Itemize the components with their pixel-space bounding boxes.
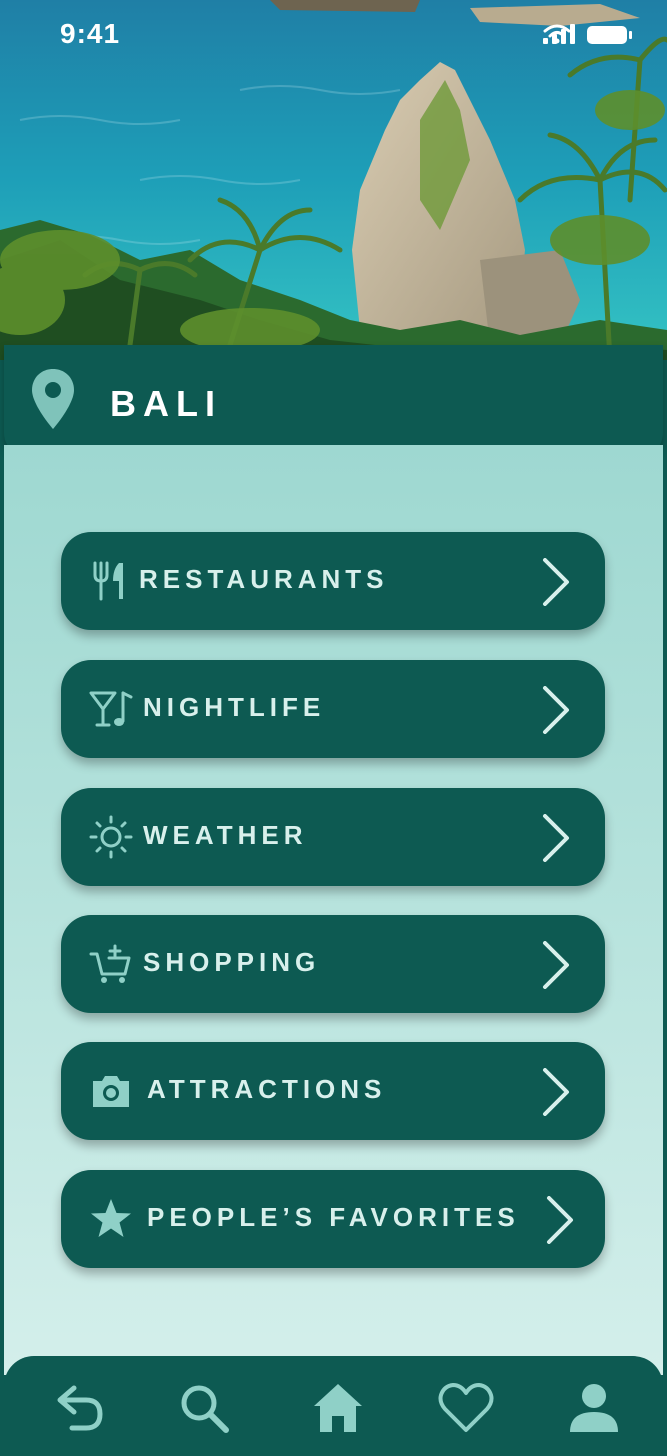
menu-item-shopping[interactable]: SHOPPING [61,915,605,1013]
search-icon [181,1385,229,1433]
chevron-right-icon [543,814,569,862]
menu-label: WEATHER [143,820,308,850]
profile-button[interactable] [564,1378,624,1438]
chevron-right-icon [547,1196,573,1244]
map-pin-icon [32,369,74,429]
home-button[interactable] [308,1378,368,1438]
menu-label: NIGHTLIFE [143,692,326,722]
hero-landscape [0,0,667,360]
menu-item-nightlife[interactable]: NIGHTLIFE [61,660,605,758]
menu-label: RESTAURANTS [139,564,389,594]
search-button[interactable] [174,1378,234,1438]
chevron-right-icon [543,686,569,734]
cocktail-music-icon [89,691,133,727]
status-icons [543,24,632,44]
chevron-right-icon [543,558,569,606]
bottom-nav [4,1356,663,1456]
menu-item-peoples-favorites[interactable]: PEOPLE’S FAVORITES [61,1170,605,1268]
hero-image: 9:41 [0,0,667,360]
favorites-button[interactable] [436,1378,496,1438]
back-icon [57,1385,103,1431]
menu-label: ATTRACTIONS [147,1074,387,1104]
chevron-right-icon [543,1068,569,1116]
back-button[interactable] [50,1378,110,1438]
status-time: 9:41 [60,18,121,49]
star-icon [91,1199,131,1237]
fork-knife-icon [93,561,123,601]
menu-item-weather[interactable]: WEATHER [61,788,605,886]
location-title: BALI [110,383,222,424]
menu-label: SHOPPING [143,947,321,977]
app-screen: 9:41 BALI RESTAURANTS NIGHTLIFE WEATHER … [0,0,667,1456]
chevron-right-icon [543,941,569,989]
camera-icon [93,1076,129,1107]
menu-item-attractions[interactable]: ATTRACTIONS [61,1042,605,1140]
wifi-icon [543,24,571,44]
sun-icon [89,815,133,859]
profile-icon [570,1384,618,1432]
cart-add-icon [89,944,131,983]
battery-icon [587,26,632,44]
home-icon [314,1384,362,1432]
location-header: BALI [4,345,663,457]
menu-item-restaurants[interactable]: RESTAURANTS [61,532,605,630]
menu-label: PEOPLE’S FAVORITES [147,1202,520,1232]
heart-icon [438,1383,494,1432]
